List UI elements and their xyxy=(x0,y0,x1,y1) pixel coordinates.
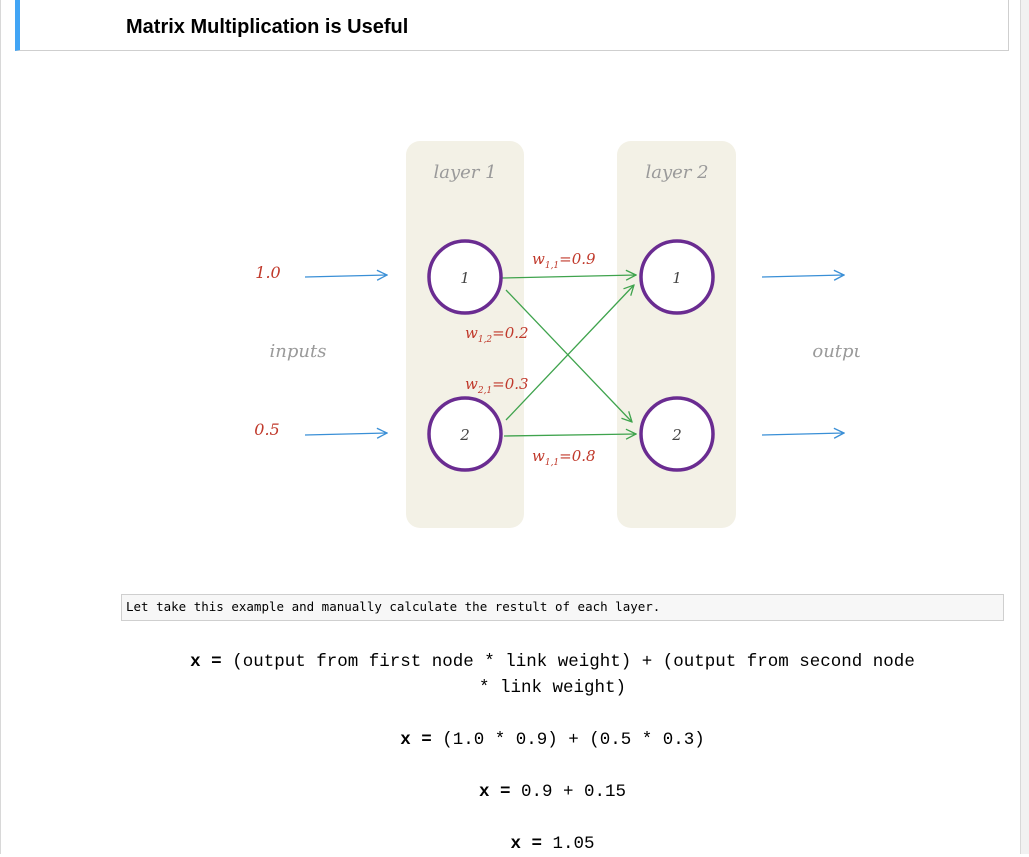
formula-line-3-var: x = xyxy=(478,782,511,802)
formula-line-1-text: (output from first node * link weight) +… xyxy=(232,652,915,672)
formula-line-2-var: x = xyxy=(400,730,432,750)
outputs-label: outputs xyxy=(812,341,860,362)
inputs-label: inputs xyxy=(270,341,327,362)
layer1-node-1-label: 1 xyxy=(460,269,470,287)
input-value-1: 1.0 xyxy=(255,263,280,282)
input-arrow-1 xyxy=(304,275,387,277)
neural-network-diagram: layer 1 layer 2 1.0 0.5 inputs outputs w… xyxy=(240,130,860,540)
formula-line-1-cont: * link weight) xyxy=(478,678,627,698)
layer1-node-2: 2 xyxy=(427,396,503,472)
weight-label-w22: w1,1=0.8 xyxy=(532,447,596,468)
weight-label-w11: w1,1=0.9 xyxy=(532,250,596,271)
network-svg: layer 1 layer 2 1.0 0.5 inputs outputs w… xyxy=(254,141,860,528)
link-w21 xyxy=(505,285,634,421)
layer1-label: layer 1 xyxy=(433,162,496,183)
output-arrow-2 xyxy=(761,433,844,435)
layer2-node-1-label: 1 xyxy=(672,269,682,287)
input-value-2: 0.5 xyxy=(254,420,279,439)
formula-line-3: x = 0.9 + 0.15 xyxy=(150,779,955,805)
formula-line-2-text: (1.0 * 0.9) + (0.5 * 0.3) xyxy=(442,730,705,750)
page-title: Matrix Multiplication is Useful xyxy=(126,16,409,38)
layer2-node-2: 2 xyxy=(639,396,715,472)
markdown-cell-header[interactable]: Matrix Multiplication is Useful xyxy=(15,0,1009,51)
input-arrow-2 xyxy=(304,433,387,435)
layer2-node-1: 1 xyxy=(639,239,715,315)
formula-line-3-text: 0.9 + 0.15 xyxy=(521,782,627,802)
inline-code-block[interactable]: Let take this example and manually calcu… xyxy=(121,594,1004,621)
scrollbar[interactable] xyxy=(1021,0,1029,854)
layer1-node-2-label: 2 xyxy=(459,426,470,444)
formula-line-2: x = (1.0 * 0.9) + (0.5 * 0.3) xyxy=(150,727,955,753)
formula-line-1: x = (output from first node * link weigh… xyxy=(150,649,955,701)
formula-line-4-text: 1.05 xyxy=(552,834,595,854)
formula-line-1-var: x = xyxy=(190,652,222,672)
layer2-label: layer 2 xyxy=(645,162,708,183)
weight-label-w21: w2,1=0.3 xyxy=(465,375,529,396)
output-arrow-1 xyxy=(761,275,844,277)
formula-line-4: x = 1.05 xyxy=(150,831,955,857)
weight-label-w12: w1,2=0.2 xyxy=(465,324,529,345)
formula-line-4-var: x = xyxy=(510,834,542,854)
layer2-node-2-label: 2 xyxy=(671,426,682,444)
link-w12 xyxy=(505,289,632,422)
layer1-node-1: 1 xyxy=(427,239,503,315)
